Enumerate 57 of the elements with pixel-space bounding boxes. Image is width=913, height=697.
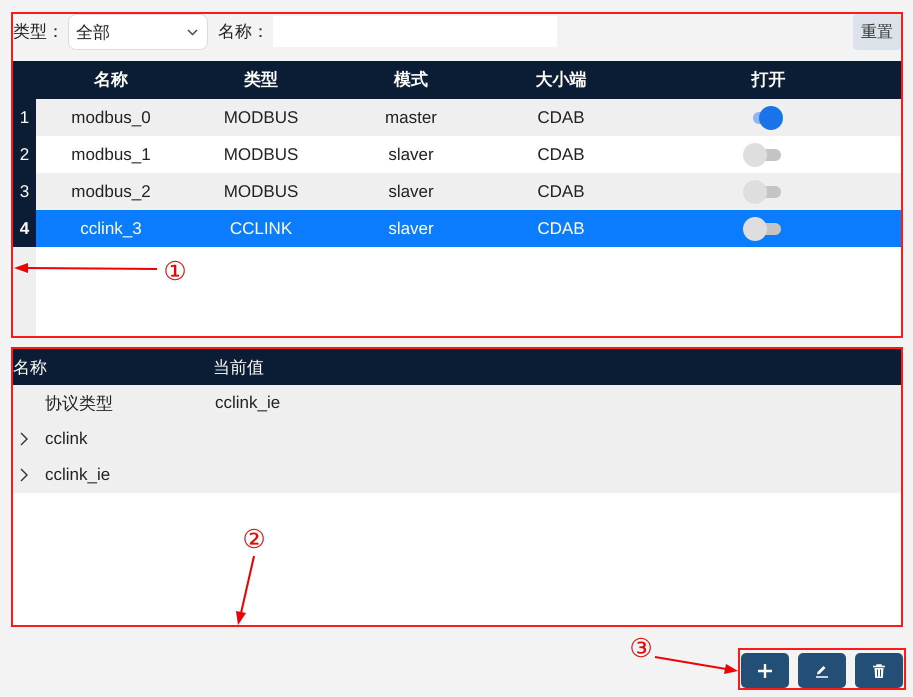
toggle-switch[interactable] [742,142,782,166]
trash-icon [873,664,885,678]
tree-row[interactable]: cclink [13,421,901,457]
reset-button[interactable]: 重置 [853,14,901,50]
table-row[interactable]: 3 modbus_2 MODBUS slaver CDAB [13,173,901,210]
table-cell: MODBUS [224,182,298,202]
name-label: 名称： [218,21,269,43]
column-header: 名称 [13,358,47,376]
callout-number: ① [163,258,187,286]
table-cell: CDAB [537,108,585,128]
edit-button[interactable] [798,653,846,688]
table-cell: cclink_3 [80,218,142,238]
table-row[interactable]: 1 modbus_0 MODBUS master CDAB [13,99,901,136]
toggle-switch[interactable] [742,180,782,204]
table-row[interactable]: 4 cclink_3 CCLINK slaver CDAB [13,210,901,247]
table-cell: modbus_2 [71,182,151,202]
table-cell: MODBUS [224,144,298,164]
add-button[interactable] [741,653,789,688]
tree-item-label: cclink_ie [45,465,110,485]
callout-number: ② [242,526,266,554]
table-cell: MODBUS [224,108,298,128]
table-cell: master [385,108,437,128]
chevron-right-icon[interactable] [20,432,28,446]
tree-row[interactable]: cclink_ie [13,457,901,493]
table-cell: modbus_1 [71,144,151,164]
plus-icon [757,662,773,678]
pencil-icon [815,664,829,678]
type-select[interactable]: 全部 [68,14,208,50]
row-number: 3 [13,173,36,210]
table-cell: modbus_0 [71,108,151,128]
table-cell: CDAB [537,182,585,202]
tree-item-label: cclink [45,429,88,449]
row-number: 1 [13,99,36,136]
delete-button[interactable] [855,653,903,688]
property-row[interactable]: 协议类型 cclink_ie [13,385,901,421]
arrow [236,556,255,625]
chevron-down-icon [187,28,198,36]
table-cell: slaver [388,182,434,202]
table-cell: CDAB [537,218,585,238]
type-label: 类型： [13,21,64,43]
column-header: 名称 [92,69,129,91]
row-number: 2 [13,136,36,173]
column-header: 当前值 [213,358,264,376]
callout-number: ③ [629,635,653,663]
table-cell: CDAB [537,144,585,164]
row-number: 4 [13,210,36,247]
property-value: cclink_ie [214,393,280,413]
table-cell: CCLINK [230,218,292,238]
column-header: 打开 [750,69,786,91]
property-name: 协议类型 [45,392,113,414]
table-cell: slaver [388,144,434,164]
column-header: 模式 [392,69,429,91]
toggle-switch[interactable] [742,216,782,240]
column-header: 类型 [242,69,279,91]
column-header: 大小端 [534,69,588,91]
table-cell: slaver [388,218,434,238]
chevron-right-icon[interactable] [20,468,28,482]
